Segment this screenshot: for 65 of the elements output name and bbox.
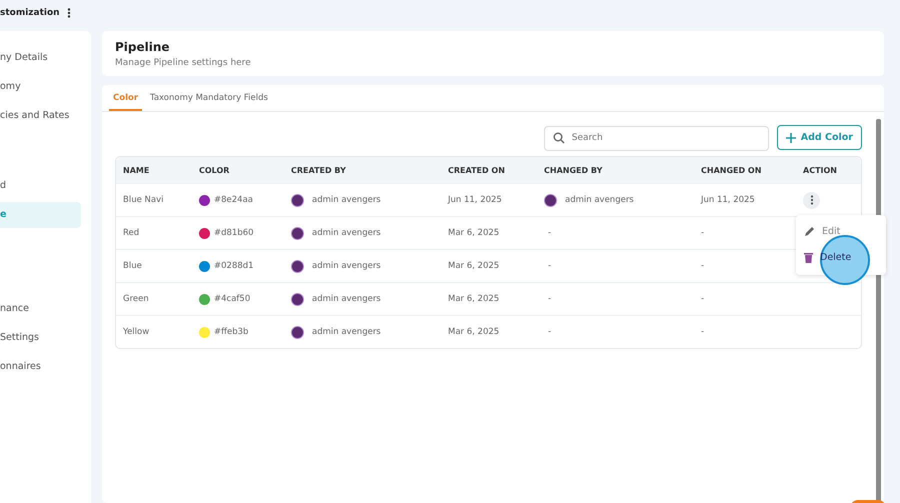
color-code: #0288d1: [214, 261, 254, 271]
user-name: -: [548, 261, 552, 271]
sidebar-item[interactable]: nance: [0, 296, 81, 322]
table-cell-text: Mar 6, 2025: [447, 228, 500, 238]
row-actions-button[interactable]: [803, 192, 820, 208]
plus-icon: [786, 132, 796, 142]
sidebar-item[interactable]: d: [0, 173, 81, 199]
user-name: admin avengers: [312, 195, 381, 205]
column-header: NAME: [122, 166, 150, 174]
user-name: -: [548, 228, 552, 238]
page-title: Pipeline: [115, 40, 171, 54]
avatar-icon: [291, 194, 304, 206]
sidebar-item[interactable]: Settings: [0, 325, 81, 351]
more-icon[interactable]: [66, 8, 71, 18]
avatar-icon: [291, 292, 304, 306]
user-name: admin avengers: [565, 195, 634, 205]
page-subtitle: Manage Pipeline settings here: [115, 58, 252, 68]
table-cell-text: -: [700, 228, 706, 238]
table-cell-text: Mar 6, 2025: [447, 261, 500, 271]
app-title: stomization: [0, 8, 60, 18]
user-name: -: [548, 327, 552, 337]
column-header: ACTION: [802, 166, 838, 174]
column-header: CHANGED ON: [700, 166, 762, 174]
avatar-icon: [291, 326, 304, 338]
user-name: -: [548, 294, 552, 304]
table-cell-text: -: [700, 261, 706, 271]
color-code: #ffeb3b: [214, 327, 248, 337]
more-icon: [810, 195, 814, 205]
color-code: #d81b60: [214, 228, 254, 238]
table-cell-text: Blue: [122, 261, 143, 271]
menu-item[interactable]: Edit: [796, 218, 886, 244]
user-name: admin avengers: [312, 294, 381, 304]
user-name: admin avengers: [312, 228, 381, 238]
column-header: COLOR: [198, 166, 230, 174]
column-header: CREATED BY: [290, 166, 347, 174]
table-cell-text: Jun 11, 2025: [700, 195, 756, 205]
table-cell-text: Mar 6, 2025: [447, 327, 500, 337]
table-cell-text: -: [700, 294, 706, 304]
column-header: CREATED ON: [447, 166, 506, 174]
avatar-icon: [291, 226, 304, 240]
user-name: admin avengers: [312, 261, 381, 271]
avatar-icon: [291, 260, 304, 272]
pencil-icon: [804, 226, 815, 237]
column-header: CHANGED BY: [543, 166, 604, 174]
sidebar-item[interactable]: cies and Rates: [0, 103, 81, 129]
sidebar-item[interactable]: ny Details: [0, 45, 81, 71]
sidebar-item[interactable]: onnaires: [0, 354, 81, 380]
tab[interactable]: Taxonomy Mandatory Fields: [146, 85, 272, 111]
table-cell-text: Jun 11, 2025: [446, 195, 503, 205]
table-cell-text: Blue Navi: [122, 195, 164, 205]
table-cell-text: Green: [122, 294, 150, 304]
user-name: admin avengers: [312, 327, 381, 337]
table-cell-text: Mar 6, 2025: [447, 294, 500, 304]
color-code: #8e24aa: [214, 195, 253, 205]
avatar-icon: [544, 194, 557, 206]
color-code: #4caf50: [214, 294, 250, 304]
table-cell-text: Yellow: [122, 327, 150, 337]
search-field[interactable]: Search: [544, 126, 769, 150]
scrollbar[interactable]: [876, 119, 881, 503]
trash-icon: [804, 252, 813, 263]
table-cell-text: Red: [122, 228, 140, 238]
sidebar-item[interactable]: omy: [0, 74, 81, 100]
table-cell-text: -: [700, 327, 706, 337]
search-icon: [552, 132, 565, 144]
click-highlight: [820, 234, 870, 284]
